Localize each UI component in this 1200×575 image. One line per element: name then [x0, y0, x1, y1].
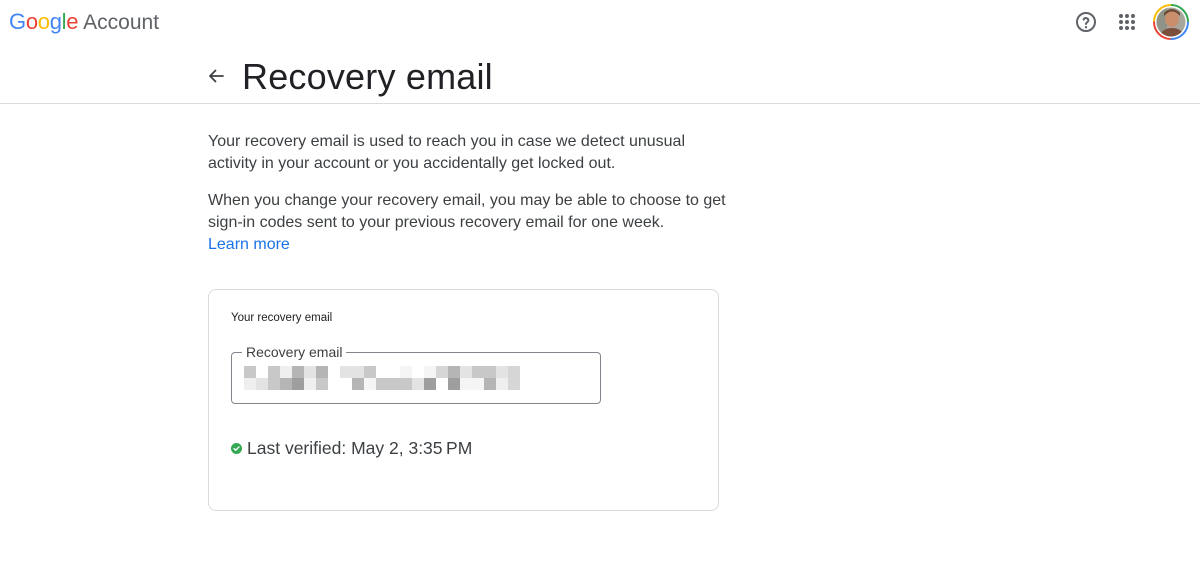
redaction-pixel	[460, 366, 472, 378]
redaction-pixel	[496, 366, 508, 378]
redaction-pixel	[304, 378, 316, 390]
logo-letter: o	[37, 9, 50, 34]
logo-letter: e	[66, 9, 79, 34]
redaction-pixel	[256, 378, 268, 390]
redaction-pixel	[340, 366, 352, 378]
redaction-pixel	[472, 366, 484, 378]
recovery-email-card: Your recovery email Recovery email Last …	[208, 289, 719, 511]
description-paragraph-2: When you change your recovery email, you…	[208, 190, 728, 256]
redaction-pixel	[268, 378, 280, 390]
redaction-pixel	[508, 378, 520, 390]
last-verified-text: Last verified: May 2, 3:35 PM	[247, 438, 473, 458]
redaction-pixel	[484, 378, 496, 390]
google-wordmark: Google	[9, 9, 78, 35]
redaction-pixel	[484, 366, 496, 378]
avatar[interactable]	[1153, 4, 1189, 40]
page-header: Recovery email	[0, 46, 1200, 104]
redaction-pixel	[400, 366, 412, 378]
recovery-email-field[interactable]: Recovery email	[231, 344, 601, 404]
redaction-pixel	[244, 366, 256, 378]
help-button[interactable]	[1074, 10, 1098, 34]
redaction-pixel	[496, 378, 508, 390]
redaction-pixel	[412, 378, 424, 390]
redaction-pixel	[472, 378, 484, 390]
redaction-pixel	[280, 378, 292, 390]
redaction-pixel	[364, 366, 376, 378]
logo-letter: G	[9, 9, 26, 34]
redaction-pixel	[448, 378, 460, 390]
arrow-left-icon	[209, 69, 224, 83]
apps-button[interactable]	[1115, 10, 1139, 34]
redaction-pixel	[244, 378, 256, 390]
product-name: Account	[83, 11, 160, 34]
redaction-pixel	[292, 366, 304, 378]
redaction-pixel	[352, 378, 364, 390]
redaction-pixel	[316, 378, 328, 390]
description-paragraph-2-text: When you change your recovery email, you…	[208, 192, 726, 231]
redaction-pixel	[316, 366, 328, 378]
redaction-pixel	[460, 378, 472, 390]
top-bar: Google Account	[0, 0, 1200, 46]
redaction-pixel	[376, 378, 388, 390]
description: Your recovery email is used to reach you…	[208, 131, 728, 271]
apps-grid-icon	[1119, 14, 1135, 30]
page-title: Recovery email	[242, 56, 493, 97]
google-account-logo[interactable]: Google Account	[9, 9, 159, 35]
description-paragraph-1: Your recovery email is used to reach you…	[208, 133, 686, 172]
card-label: Your recovery email	[231, 312, 333, 324]
redaction-pixel	[268, 366, 280, 378]
redaction-pixel	[424, 378, 436, 390]
redaction-pixel	[280, 366, 292, 378]
field-label: Recovery email	[242, 344, 347, 360]
redaction-pixel	[508, 366, 520, 378]
redaction-pixel	[352, 366, 364, 378]
redaction-pixel	[364, 378, 376, 390]
verification-status: Last verified: May 2, 3:35 PM	[231, 438, 472, 459]
redaction-pixel	[292, 378, 304, 390]
logo-letter: o	[25, 9, 38, 34]
redaction-pixel	[400, 378, 412, 390]
logo-letter: g	[49, 9, 62, 34]
redaction-pixel	[304, 366, 316, 378]
back-button[interactable]	[204, 64, 228, 88]
redaction-pixel	[436, 366, 448, 378]
learn-more-link[interactable]: Learn more	[208, 236, 290, 253]
redaction-pixel	[424, 366, 436, 378]
check-circle-icon	[231, 443, 242, 454]
redaction-pixel	[448, 366, 460, 378]
recovery-email-value-pixelated	[244, 366, 524, 390]
help-circle-icon	[1076, 12, 1096, 32]
redaction-pixel	[388, 378, 400, 390]
user-avatar-icon	[1153, 4, 1189, 40]
